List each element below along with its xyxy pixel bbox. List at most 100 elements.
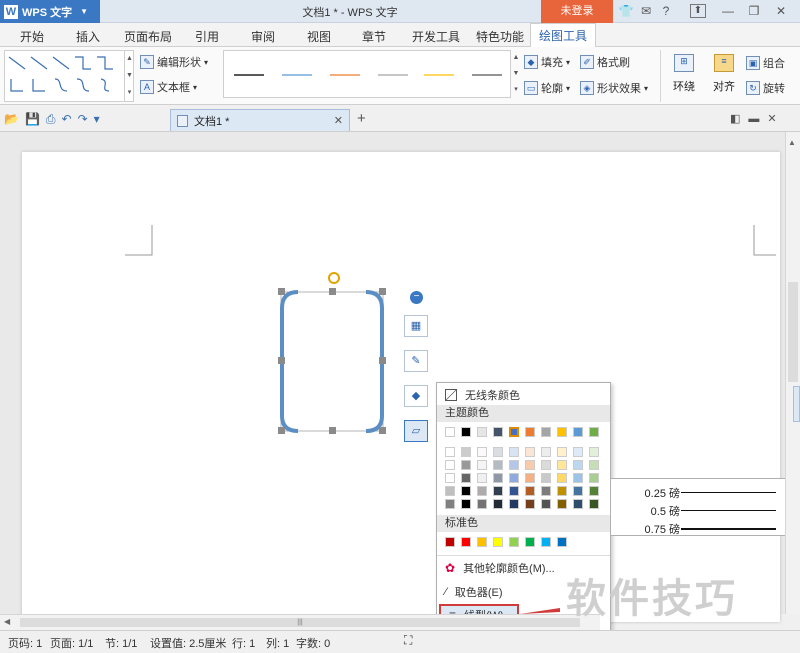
standard-color-swatch[interactable] xyxy=(557,537,567,547)
outline-button[interactable]: ▭ 轮廓 ▾ xyxy=(524,80,570,96)
color-swatch[interactable] xyxy=(589,473,599,483)
close-tab-icon[interactable]: ✕ xyxy=(334,114,343,127)
tab-developer[interactable]: 开发工具 xyxy=(412,28,460,45)
color-swatch[interactable] xyxy=(589,486,599,496)
connector-gallery[interactable] xyxy=(4,50,134,102)
shirt-icon[interactable]: 👕 xyxy=(618,3,634,19)
side-panel-handle[interactable] xyxy=(793,386,800,422)
color-swatch[interactable] xyxy=(509,460,519,470)
selected-bracket-shape[interactable] xyxy=(272,268,402,440)
color-swatch[interactable] xyxy=(557,486,567,496)
horizontal-scroll-thumb[interactable]: ||| xyxy=(20,618,580,627)
tab-page-layout[interactable]: 页面布局 xyxy=(124,28,172,45)
color-swatch[interactable] xyxy=(445,486,455,496)
tab-chapter[interactable]: 章节 xyxy=(362,28,386,45)
standard-color-swatch[interactable] xyxy=(477,537,487,547)
color-swatch[interactable] xyxy=(541,447,551,457)
color-swatch[interactable] xyxy=(541,427,551,437)
layout-option-icon[interactable]: ▦ xyxy=(404,315,428,337)
close-doc-icon[interactable]: ✕ xyxy=(767,113,784,125)
edit-shape-float-icon[interactable]: ✎ xyxy=(404,350,428,372)
scroll-up-icon[interactable]: ▲ xyxy=(788,138,796,147)
print-preview-icon[interactable]: ⎙ xyxy=(46,112,62,126)
color-swatch[interactable] xyxy=(493,499,503,509)
color-swatch[interactable] xyxy=(477,473,487,483)
color-swatch[interactable] xyxy=(445,460,455,470)
color-swatch[interactable] xyxy=(493,427,503,437)
color-swatch[interactable] xyxy=(573,486,583,496)
color-swatch[interactable] xyxy=(573,473,583,483)
color-swatch[interactable] xyxy=(525,460,535,470)
color-swatch[interactable] xyxy=(461,447,471,457)
color-swatch[interactable] xyxy=(589,447,599,457)
rotate-button[interactable]: ↻ 旋转 xyxy=(746,80,785,96)
color-swatch[interactable] xyxy=(509,473,519,483)
text-box-button[interactable]: A 文本框 ▾ xyxy=(140,79,197,95)
color-swatch[interactable] xyxy=(461,473,471,483)
color-swatch[interactable] xyxy=(525,486,535,496)
color-swatch[interactable] xyxy=(541,499,551,509)
color-swatch[interactable] xyxy=(541,460,551,470)
view-icon[interactable]: ◧ xyxy=(730,113,748,125)
color-swatch[interactable] xyxy=(461,499,471,509)
color-swatch[interactable] xyxy=(445,499,455,509)
fill-button[interactable]: ◆ 填充 ▾ xyxy=(524,54,570,70)
color-swatch[interactable] xyxy=(589,499,599,509)
tab-special[interactable]: 特色功能 xyxy=(476,28,524,45)
color-swatch[interactable] xyxy=(541,486,551,496)
wrap-button[interactable]: ⊞ 环绕 xyxy=(668,54,700,102)
color-swatch[interactable] xyxy=(509,499,519,509)
help-icon[interactable]: ? xyxy=(658,3,674,19)
standard-color-swatch[interactable] xyxy=(493,537,503,547)
color-swatch[interactable] xyxy=(525,473,535,483)
edit-shape-button[interactable]: ✎ 编辑形状 ▾ xyxy=(140,54,208,70)
color-swatch[interactable] xyxy=(589,460,599,470)
no-line-color-item[interactable]: 无线条颜色 xyxy=(437,384,610,406)
color-swatch[interactable] xyxy=(509,447,519,457)
new-tab-icon[interactable]: + xyxy=(357,110,366,127)
color-swatch[interactable] xyxy=(477,447,487,457)
color-swatch[interactable] xyxy=(589,427,599,437)
color-swatch[interactable] xyxy=(573,447,583,457)
upload-icon[interactable]: ⬆ xyxy=(690,4,706,18)
minimize-doc-icon[interactable]: ▬ xyxy=(748,113,767,125)
standard-color-swatch[interactable] xyxy=(509,537,519,547)
document-tab[interactable]: 文档1 * ✕ xyxy=(170,109,350,131)
color-swatch[interactable] xyxy=(477,427,487,437)
standard-color-swatch[interactable] xyxy=(525,537,535,547)
chat-icon[interactable]: ✉ xyxy=(638,3,654,19)
tab-view[interactable]: 视图 xyxy=(307,28,331,45)
qat-dropdown-icon[interactable]: ▾ xyxy=(94,112,106,126)
color-swatch[interactable] xyxy=(557,460,567,470)
redo-icon[interactable]: ↷ xyxy=(78,112,94,126)
color-swatch[interactable] xyxy=(557,499,567,509)
align-button[interactable]: ≡ 对齐 xyxy=(706,54,742,102)
color-swatch[interactable] xyxy=(461,460,471,470)
format-brush-button[interactable]: ✐ 格式刷 xyxy=(580,54,630,70)
color-swatch[interactable] xyxy=(445,447,455,457)
collapse-icon[interactable]: − xyxy=(410,291,423,304)
window-controls-right[interactable]: ◧▬✕ xyxy=(730,112,785,125)
line-width-option[interactable]: 0.75 磅 xyxy=(611,519,799,537)
color-swatch[interactable] xyxy=(557,447,567,457)
color-swatch[interactable] xyxy=(461,486,471,496)
standard-color-swatch[interactable] xyxy=(541,537,551,547)
tab-references[interactable]: 引用 xyxy=(195,28,219,45)
tab-drawing-tools[interactable]: 绘图工具 xyxy=(530,23,596,48)
minimize-icon[interactable]: — xyxy=(720,3,736,19)
color-swatch[interactable] xyxy=(573,460,583,470)
horizontal-scrollbar[interactable]: ◀ ||| xyxy=(0,614,600,630)
standard-color-swatch[interactable] xyxy=(445,537,455,547)
color-swatch[interactable] xyxy=(525,447,535,457)
open-icon[interactable]: 📂 xyxy=(4,112,25,126)
login-button[interactable]: 未登录 xyxy=(541,0,613,23)
color-swatch[interactable] xyxy=(493,486,503,496)
line-width-option[interactable]: 0.25 磅 xyxy=(611,483,799,501)
close-icon[interactable]: ✕ xyxy=(773,3,789,19)
color-swatch[interactable] xyxy=(477,486,487,496)
outline-float-icon[interactable]: ▱ xyxy=(404,420,428,442)
restore-icon[interactable]: ❐ xyxy=(746,3,762,19)
save-icon[interactable]: 💾 xyxy=(25,112,46,126)
undo-icon[interactable]: ↶ xyxy=(62,112,78,126)
fit-page-icon[interactable]: ⛶ xyxy=(404,633,412,648)
